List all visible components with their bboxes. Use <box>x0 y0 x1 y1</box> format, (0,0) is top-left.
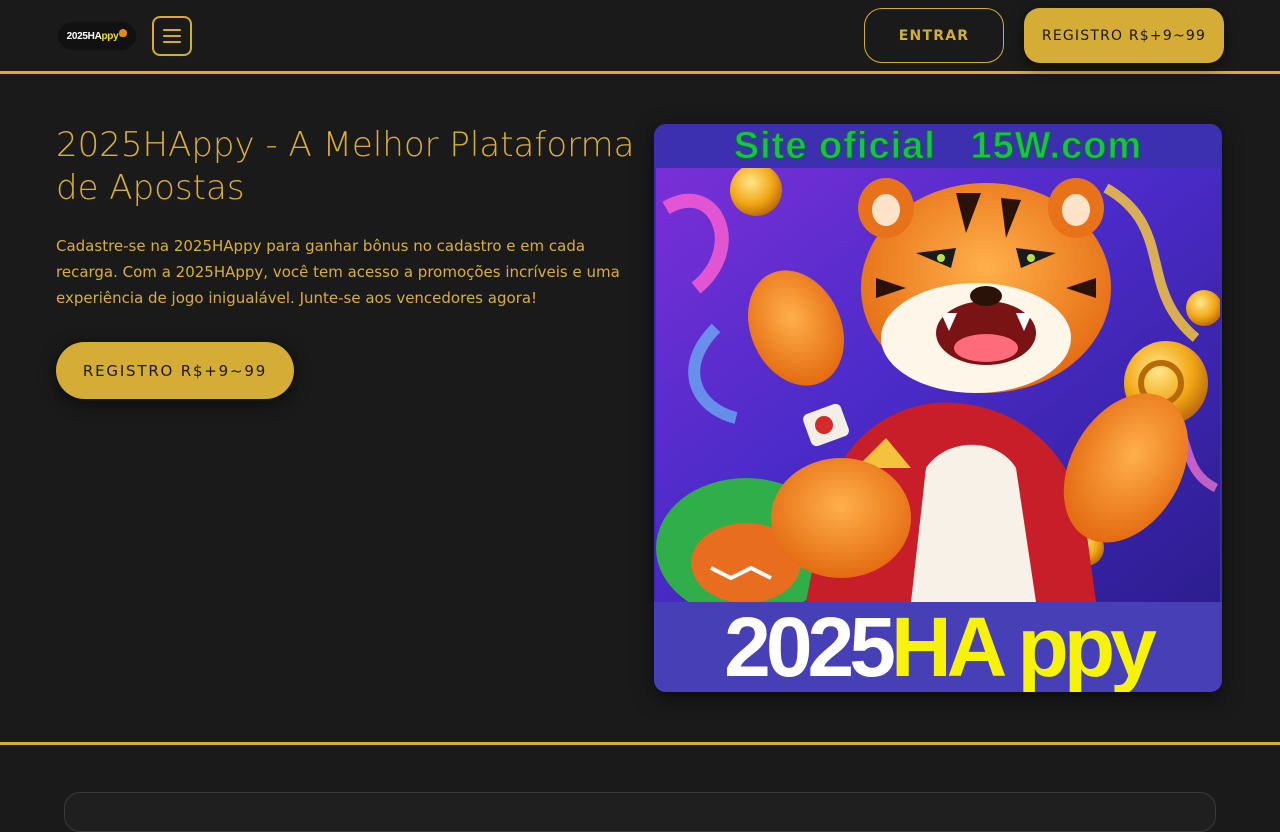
logo-text-number: 2025 <box>66 30 88 42</box>
logo-mascot-icon <box>119 29 128 37</box>
section-divider <box>0 742 1280 745</box>
hamburger-menu-icon-bar <box>163 41 181 43</box>
promo-banner-image: Site oficial 15W.com 2025 HA ppy <box>654 124 1222 692</box>
login-button[interactable]: ENTRAR <box>864 8 1004 63</box>
register-button-header[interactable]: REGISTRO R$+9~99 <box>1024 8 1224 63</box>
hero-description: Cadastre-se na 2025HAppy para ganhar bôn… <box>56 237 620 307</box>
logo-text-ppy: ppy <box>101 30 119 42</box>
site-logo[interactable]: 2025 HA ppy <box>58 22 136 50</box>
hamburger-menu-icon-bar <box>163 29 181 31</box>
next-section-card <box>64 792 1216 832</box>
hamburger-menu-icon-bar <box>163 35 181 37</box>
banner-top-strip: Site oficial 15W.com <box>654 124 1222 168</box>
banner-site-text: Site oficial 15W.com <box>733 124 1143 167</box>
banner-brand-text: 2025 HA ppy <box>654 602 1222 692</box>
tiger-mascot-illustration <box>656 168 1220 602</box>
logo-text-ha: HA <box>87 30 102 42</box>
banner-brand-number: 2025 <box>724 600 896 692</box>
top-header: 2025 HA ppy ENTRAR REGISTRO R$+9~99 <box>0 0 1280 74</box>
hero-title: 2025HAppy - A Melhor Plataforma de Apost… <box>56 125 635 208</box>
hamburger-menu-button[interactable] <box>152 16 192 56</box>
register-button-hero[interactable]: REGISTRO R$+9~99 <box>56 342 294 399</box>
banner-brand-word: HA ppy <box>890 600 1157 692</box>
